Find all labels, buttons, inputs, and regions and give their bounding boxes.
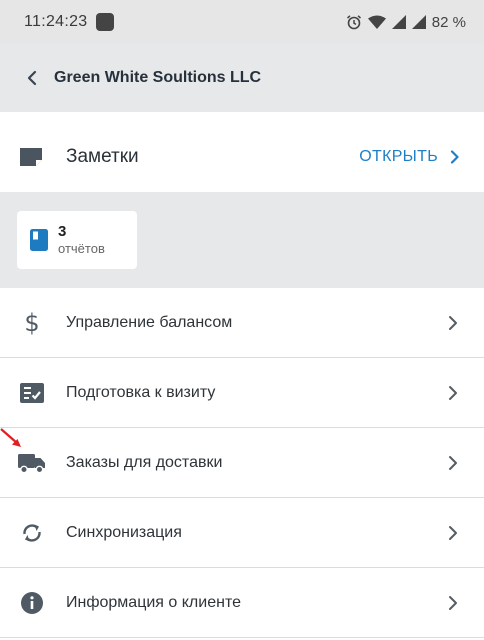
pointer-arrow-icon: [0, 428, 21, 447]
signal-icon-2: [411, 15, 426, 29]
menu-label-client-info: Информация о клиенте: [66, 593, 241, 611]
menu-item-balance[interactable]: $ Управление балансом: [0, 288, 484, 358]
battery-level: 82 %: [431, 13, 466, 31]
menu-label-visit-prep: Подготовка к визиту: [66, 383, 216, 401]
menu-label-sync: Синхронизация: [66, 523, 182, 541]
notes-section: Заметки ОТКРЫТЬ: [0, 122, 484, 192]
chevron-right-icon: [450, 150, 459, 164]
reports-label: отчётов: [58, 241, 105, 256]
reports-card[interactable]: 3 отчётов: [17, 211, 137, 269]
status-bar: 11:24:23 82 %: [0, 0, 484, 44]
menu-label-delivery-orders: Заказы для доставки: [66, 453, 223, 471]
menu-list: $ Управление балансом Подготовка к визит…: [0, 288, 484, 638]
menu-item-sync[interactable]: Синхронизация: [0, 498, 484, 568]
menu-item-delivery-orders[interactable]: Заказы для доставки: [0, 428, 484, 498]
alarm-icon: [346, 15, 361, 30]
app-header: Green White Soultions LLC: [0, 44, 484, 112]
chevron-right-icon: [449, 595, 457, 610]
wifi-icon: [367, 15, 386, 29]
open-notes-label: ОТКРЫТЬ: [359, 148, 438, 165]
page-title: Green White Soultions LLC: [54, 69, 262, 86]
status-indicators: 82 %: [346, 14, 466, 31]
svg-text:$: $: [24, 309, 39, 337]
dollar-icon: $: [18, 309, 46, 337]
menu-item-visit-prep[interactable]: Подготовка к визиту: [0, 358, 484, 428]
sync-icon: [18, 519, 46, 547]
report-book-icon: [30, 229, 48, 251]
notes-icon: [20, 148, 42, 166]
chevron-right-icon: [449, 525, 457, 540]
stats-area: 3 отчётов: [0, 192, 484, 288]
info-icon: [18, 589, 46, 617]
open-notes-button[interactable]: ОТКРЫТЬ: [359, 148, 460, 166]
chevron-right-icon: [449, 315, 457, 330]
notification-icon: [95, 13, 114, 31]
menu-label-balance: Управление балансом: [66, 313, 233, 331]
chevron-right-icon: [449, 455, 457, 470]
notes-title: Заметки: [66, 146, 139, 167]
chevron-right-icon: [449, 385, 457, 400]
reports-count: 3: [58, 223, 67, 240]
back-arrow-icon[interactable]: [22, 68, 42, 88]
signal-icon: [391, 15, 406, 29]
truck-icon: [18, 449, 46, 477]
status-time: 11:24:23: [24, 13, 88, 30]
checklist-icon: [18, 379, 46, 407]
menu-item-client-info[interactable]: Информация о клиенте: [0, 568, 484, 638]
